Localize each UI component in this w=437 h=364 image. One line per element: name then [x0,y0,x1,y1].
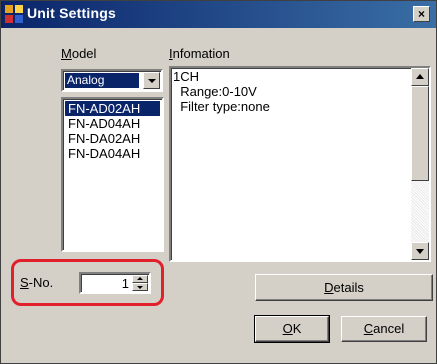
arrow-down-icon [137,286,143,289]
arrow-up-icon [416,74,424,79]
spin-buttons[interactable] [132,275,148,291]
model-label: Model [61,46,97,61]
app-icon [5,5,23,23]
arrow-up-icon [137,277,143,280]
model-list[interactable]: FN-AD02AH FN-AD04AH FN-DA02AH FN-DA04AH [61,97,164,252]
sno-label: S-No. [20,275,54,290]
sno-value: 1 [121,276,129,291]
scroll-down-button[interactable] [411,242,429,260]
chevron-down-icon [148,79,156,83]
sno-stepper[interactable]: 1 [79,272,151,294]
scroll-thumb[interactable] [411,86,429,181]
model-dropdown[interactable]: Analog [61,69,163,92]
information-label: Infomation [169,46,230,61]
vertical-scrollbar[interactable] [411,68,429,260]
spin-down-button[interactable] [132,283,148,291]
list-item[interactable]: FN-DA02AH [65,131,160,146]
information-box[interactable]: 1CH Range:0-10V Filter type:none [169,66,431,262]
close-icon: × [417,7,425,21]
window-title: Unit Settings [27,5,116,21]
information-text: 1CH Range:0-10V Filter type:none [173,69,270,114]
dropdown-button[interactable] [143,72,160,89]
list-item[interactable]: FN-DA04AH [65,146,160,161]
model-dropdown-value: Analog [65,73,139,88]
cancel-button[interactable]: Cancel [341,316,427,342]
spin-up-button[interactable] [132,275,148,283]
arrow-down-icon [416,249,424,254]
unit-settings-dialog: Unit Settings × Model Analog FN-AD02AH F… [0,0,437,364]
close-button[interactable]: × [413,6,430,22]
title-bar: Unit Settings × [1,1,436,28]
details-button[interactable]: Details [255,274,433,301]
list-item[interactable]: FN-AD02AH [65,101,160,116]
list-item[interactable]: FN-AD04AH [65,116,160,131]
ok-button[interactable]: OK [254,315,330,343]
scroll-up-button[interactable] [411,68,429,86]
